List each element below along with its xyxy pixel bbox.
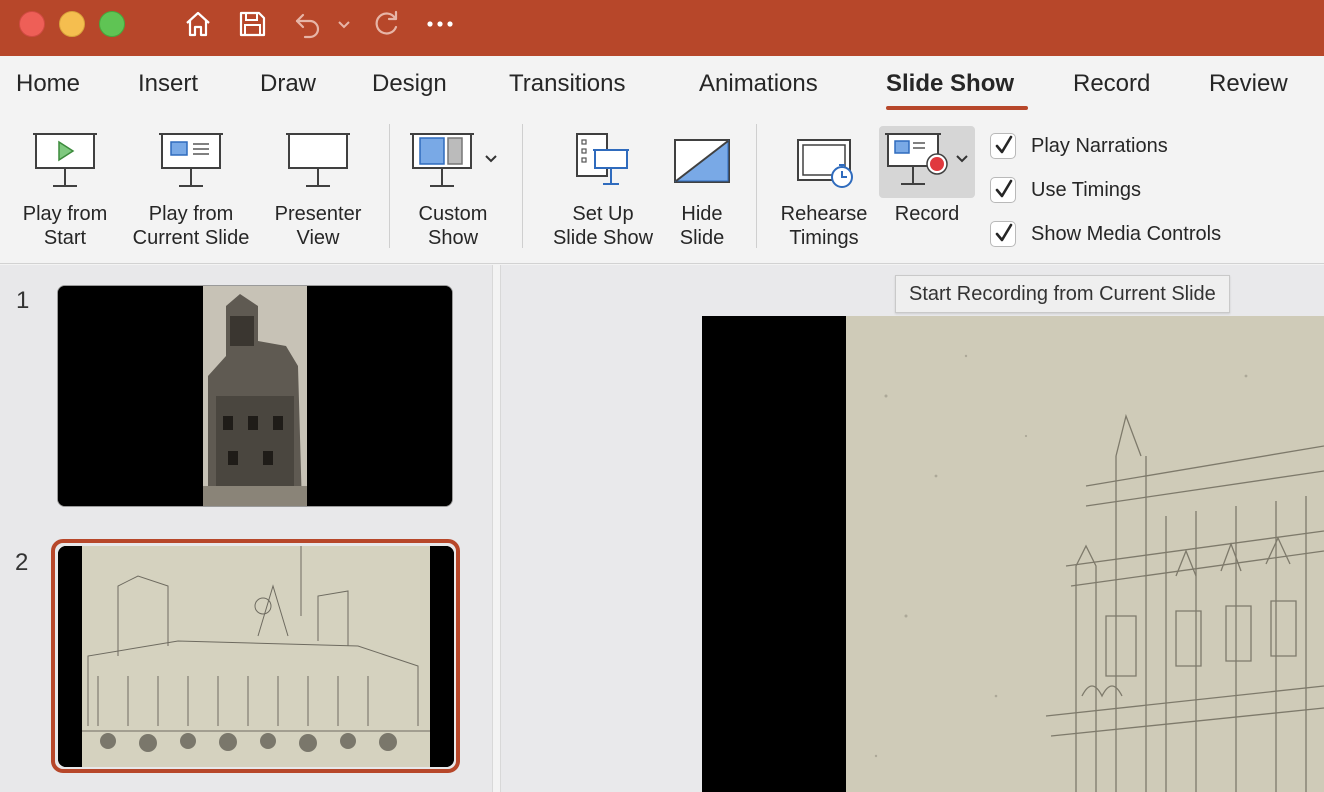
undo-dropdown-icon[interactable]: [334, 8, 354, 40]
slide-2-cathedral-sketch: [58, 546, 454, 767]
zoom-window-button[interactable]: [99, 11, 125, 37]
ribbon: Play from Start Play from Current Slide …: [0, 114, 1324, 264]
pane-resize-handle[interactable]: [492, 265, 501, 792]
show-media-controls-label: Show Media Controls: [1031, 222, 1222, 245]
slide-number: 1: [16, 287, 30, 314]
play-from-start-icon: [33, 130, 97, 195]
checkmark-icon: [990, 133, 1016, 159]
tab-design[interactable]: Design: [372, 70, 447, 98]
tab-review[interactable]: Review: [1209, 70, 1288, 98]
ribbon-separator: [389, 124, 390, 248]
record-button[interactable]: Record: [879, 114, 975, 254]
custom-show-label: Custom Show: [418, 203, 488, 249]
play-from-current-slide-label: Play from Current Slide: [132, 203, 250, 249]
record-dropdown-icon[interactable]: [955, 152, 969, 168]
play-from-start-button[interactable]: Play from Start: [10, 114, 120, 254]
play-from-start-label: Play from Start: [22, 203, 108, 249]
play-narrations-checkbox[interactable]: Play Narrations: [990, 131, 1168, 161]
record-tooltip: Start Recording from Current Slide: [895, 275, 1230, 313]
play-narrations-label: Play Narrations: [1031, 134, 1168, 157]
rehearse-timings-icon: [792, 130, 856, 195]
slide-number: 2: [15, 549, 29, 576]
set-up-slide-show-button[interactable]: Set Up Slide Show: [542, 114, 664, 254]
set-up-slide-show-label: Set Up Slide Show: [552, 203, 654, 249]
play-from-current-slide-icon: [159, 130, 223, 195]
current-slide-sketch-image[interactable]: [846, 316, 1324, 792]
redo-icon[interactable]: [368, 8, 404, 40]
tab-transitions[interactable]: Transitions: [509, 70, 625, 98]
close-window-button[interactable]: [19, 11, 45, 37]
custom-show-dropdown-icon[interactable]: [484, 152, 498, 168]
ribbon-tabs: Home Insert Draw Design Transitions Anim…: [0, 56, 1324, 114]
cathedral-sketch-image: [846, 316, 1324, 792]
active-tab-indicator: [886, 106, 1028, 110]
home-icon[interactable]: [180, 8, 216, 40]
more-icon[interactable]: [424, 8, 456, 40]
undo-icon[interactable]: [290, 8, 326, 40]
record-label: Record: [894, 203, 960, 225]
custom-show-icon: [410, 130, 474, 195]
use-timings-label: Use Timings: [1031, 178, 1142, 201]
hide-slide-label: Hide Slide: [679, 203, 725, 249]
presenter-view-label: Presenter View: [274, 203, 362, 249]
tab-home[interactable]: Home: [16, 70, 80, 98]
use-timings-checkbox[interactable]: Use Timings: [990, 175, 1141, 205]
presenter-view-icon: [286, 130, 350, 195]
title-bar: [0, 0, 1324, 56]
tab-draw[interactable]: Draw: [260, 70, 316, 98]
set-up-slide-show-icon: [571, 130, 635, 195]
ribbon-separator: [522, 124, 523, 248]
minimize-window-button[interactable]: [59, 11, 85, 37]
tab-animations[interactable]: Animations: [699, 70, 818, 98]
tab-insert[interactable]: Insert: [138, 70, 198, 98]
custom-show-button[interactable]: Custom Show: [400, 114, 506, 254]
tab-record[interactable]: Record: [1073, 70, 1150, 98]
save-icon[interactable]: [234, 8, 270, 40]
show-media-controls-checkbox[interactable]: Show Media Controls: [990, 219, 1221, 249]
slide-1-tower-photo: [58, 286, 452, 506]
ribbon-separator: [756, 124, 757, 248]
checkmark-icon: [990, 221, 1016, 247]
tab-slide-show[interactable]: Slide Show: [886, 70, 1014, 98]
record-icon: [885, 130, 949, 195]
rehearse-timings-label: Rehearse Timings: [780, 203, 868, 249]
play-from-current-slide-button[interactable]: Play from Current Slide: [122, 114, 260, 254]
presenter-view-button[interactable]: Presenter View: [264, 114, 372, 254]
slide-thumbnail-1[interactable]: [57, 285, 453, 507]
hide-slide-button[interactable]: Hide Slide: [664, 114, 740, 254]
checkmark-icon: [990, 177, 1016, 203]
rehearse-timings-button[interactable]: Rehearse Timings: [774, 114, 874, 254]
slide-thumbnail-2[interactable]: [58, 546, 454, 767]
hide-slide-icon: [672, 130, 732, 195]
